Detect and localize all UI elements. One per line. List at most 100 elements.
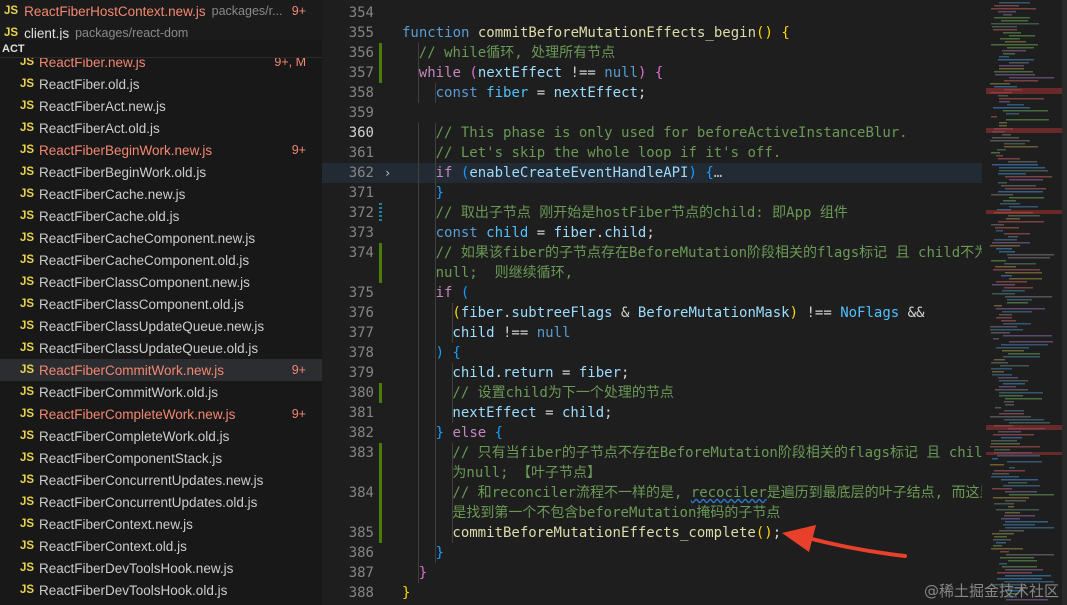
file-row[interactable]: JS ReactFiberConcurrentUpdates.old.js: [0, 491, 322, 513]
code-line[interactable]: 355 function commitBeforeMutationEffects_…: [322, 23, 982, 43]
minimap-line: [990, 329, 1023, 331]
file-row[interactable]: JS ReactFiberCacheComponent.new.js: [0, 227, 322, 249]
sticky-file-row[interactable]: JS ReactFiberHostContext.new.js packages…: [0, 0, 322, 22]
file-row[interactable]: JS ReactFiberClassComponent.new.js: [0, 271, 322, 293]
code-line[interactable]: 388}: [322, 583, 982, 603]
file-name: ReactFiberAct.new.js: [39, 98, 166, 114]
js-file-icon: JS: [20, 320, 35, 332]
code-line[interactable]: 371}: [322, 183, 982, 203]
file-row[interactable]: JS ReactFiberContext.new.js: [0, 513, 322, 535]
minimap-line: [1003, 14, 1012, 16]
code-line[interactable]: 377 child !== null: [322, 323, 982, 343]
file-row[interactable]: JS ReactFiberComponentStack.js: [0, 447, 322, 469]
file-row[interactable]: JS ReactFiberCache.old.js: [0, 205, 322, 227]
minimap-line: [999, 251, 1015, 253]
file-row[interactable]: JS ReactFiber.old.js: [0, 73, 322, 95]
code-line[interactable]: 378) {: [322, 343, 982, 363]
code-line[interactable]: 359: [322, 103, 982, 123]
minimap-line: [1005, 527, 1054, 529]
code-line[interactable]: 382} else {: [322, 423, 982, 443]
code-line[interactable]: 383 // 只有当fiber的子节点不存在BeforeMutation阶段相关的…: [322, 443, 982, 463]
code-line[interactable]: 为null; 【叶子节点】: [322, 463, 982, 483]
indent-guide: [418, 443, 419, 463]
file-row[interactable]: JS ReactFiberBeginWork.old.js: [0, 161, 322, 183]
file-row[interactable]: JS ReactFiberClassUpdateQueue.new.js: [0, 315, 322, 337]
file-row[interactable]: JS ReactFiberCommitWork.old.js: [0, 381, 322, 403]
minimap-line: [994, 5, 1019, 7]
file-name: ReactFiberCacheComponent.old.js: [39, 252, 250, 268]
code-token: const: [435, 225, 487, 241]
js-file-icon: JS: [20, 188, 35, 200]
code-line[interactable]: 361 // Let's skip the whole loop if it's …: [322, 143, 982, 163]
code-line[interactable]: 385 commitBeforeMutationEffects_complete(…: [322, 523, 982, 543]
code-token: subtreeFlags: [511, 305, 613, 321]
code-line[interactable]: 362 › if (enableCreateEventHandleAPI) {…: [322, 163, 982, 183]
file-row[interactable]: JS ReactFiberConcurrentUpdates.new.js: [0, 469, 322, 491]
minimap-line: [992, 242, 1030, 244]
code-line[interactable]: 384 // 和reconciler流程不一样的是, recociler是遍历到最…: [322, 483, 982, 503]
fold-chevron-icon[interactable]: ›: [384, 163, 391, 183]
file-row[interactable]: JS ReactFiberAct.old.js: [0, 117, 322, 139]
file-row[interactable]: JS ReactFiberDevToolsHook.new.js: [0, 557, 322, 579]
code-token: }: [402, 585, 411, 601]
code-line[interactable]: 381 nextEffect = child;: [322, 403, 982, 423]
minimap-line: [992, 284, 1015, 286]
code-line[interactable]: 354: [322, 3, 982, 23]
minimap-line: [998, 221, 1044, 223]
file-row[interactable]: JS ReactFiberClassComponent.old.js: [0, 293, 322, 315]
file-row[interactable]: JS ReactFiberCompleteWork.new.js 9+: [0, 403, 322, 425]
file-row[interactable]: JS ReactFiberCompleteWork.old.js: [0, 425, 322, 447]
file-name: ReactFiberCommitWork.old.js: [39, 384, 219, 400]
js-file-icon: JS: [20, 364, 35, 376]
code-line[interactable]: 357 while (nextEffect !== null) {: [322, 63, 982, 83]
file-row[interactable]: JS ReactFiberCacheComponent.old.js: [0, 249, 322, 271]
code-token: fiber: [460, 305, 503, 321]
minimap-line: [1002, 134, 1011, 136]
minimap-line: [1005, 500, 1026, 502]
code-line[interactable]: 374 // 如果该fiber的子节点存在BeforeMutation阶段相关的f…: [322, 243, 982, 263]
code-line[interactable]: null; 则继续循环,: [322, 263, 982, 283]
file-row[interactable]: JS ReactFiberContext.old.js: [0, 535, 322, 557]
folder-section-header[interactable]: ACT: [0, 40, 322, 58]
file-row[interactable]: JS ReactFiberAct.new.js: [0, 95, 322, 117]
file-path: packages/r...: [211, 4, 283, 18]
minimap-line: [1001, 437, 1022, 439]
file-row[interactable]: JS ReactFiberDevToolsHook.old.js: [0, 579, 322, 601]
code-line[interactable]: 380 // 设置child为下一个处理的节点: [322, 383, 982, 403]
file-name: ReactFiberCache.old.js: [39, 208, 180, 224]
minimap-line: [1004, 233, 1030, 235]
code-line[interactable]: 356 // while循环, 处理所有节点: [322, 43, 982, 63]
code-line[interactable]: 372 // 取出子节点 刚开始是hostFiber节点的child: 即App …: [322, 203, 982, 223]
minimap-line: [1009, 467, 1015, 469]
minimap-line: [999, 386, 1016, 388]
code-text: const fiber = nextEffect;: [436, 83, 647, 103]
code-line[interactable]: 387}: [322, 563, 982, 583]
file-row[interactable]: JS ReactFiberBeginWork.new.js 9+: [0, 139, 322, 161]
file-row[interactable]: JS ReactFiberClassUpdateQueue.old.js: [0, 337, 322, 359]
code-line[interactable]: 358 const fiber = nextEffect;: [322, 83, 982, 103]
code-text: if (: [436, 283, 470, 303]
code-line[interactable]: 是找到第一个不包含beforeMutation掩码的子节点: [322, 503, 982, 523]
minimap-line: [1008, 353, 1040, 355]
minimap-line: [993, 434, 1034, 436]
line-number: 354: [348, 5, 374, 21]
editor-scrollbar[interactable]: [1062, 0, 1067, 605]
minimap-line: [992, 26, 1017, 28]
minimap-line: [992, 488, 1012, 490]
code-line[interactable]: 386}: [322, 543, 982, 563]
code-line[interactable]: 376 (fiber.subtreeFlags & BeforeMutationM…: [322, 303, 982, 323]
code-editor[interactable]: 354 355 function commitBeforeMutationEffec…: [322, 0, 982, 605]
code-line[interactable]: 373 const child = fiber.child;: [322, 223, 982, 243]
file-row[interactable]: JS ReactFiberCommitWork.new.js 9+: [0, 359, 322, 381]
code-token: ;: [604, 405, 613, 421]
minimap-line: [1007, 254, 1054, 256]
minimap[interactable]: [982, 0, 1067, 605]
indent-guide: [418, 503, 419, 523]
code-token: null: [536, 325, 571, 341]
minimap-line: [992, 293, 1015, 295]
code-line[interactable]: 379 child.return = fiber;: [322, 363, 982, 383]
code-line[interactable]: 360 // This phase is only used for before…: [322, 123, 982, 143]
indent-guide: [434, 523, 436, 543]
code-line[interactable]: 375 if (: [322, 283, 982, 303]
file-row[interactable]: JS ReactFiberCache.new.js: [0, 183, 322, 205]
